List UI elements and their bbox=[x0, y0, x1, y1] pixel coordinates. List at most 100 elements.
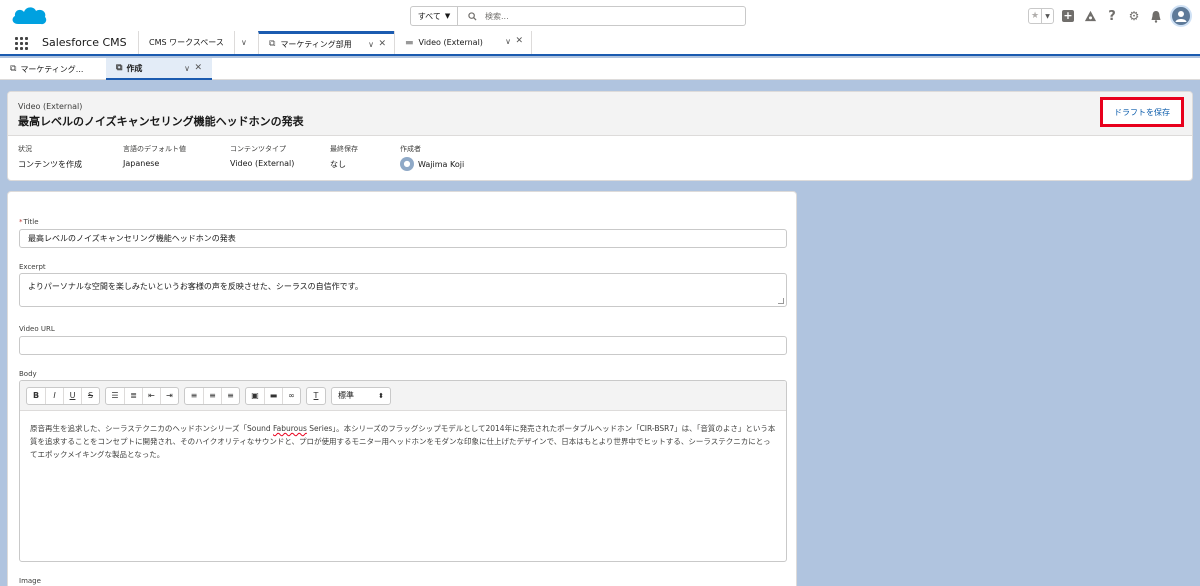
field-label: 状況 bbox=[18, 145, 32, 153]
favorites-menu-icon[interactable]: ▼ bbox=[1041, 9, 1053, 23]
video-icon: ▬ bbox=[405, 37, 414, 48]
excerpt-value: よりパーソナルな空間を楽しみたいというお客様の声を反映させた、シーラスの自信作で… bbox=[28, 282, 363, 291]
save-draft-button[interactable]: ドラフトを保存 bbox=[1100, 97, 1184, 127]
chevron-down-icon: ∨ bbox=[241, 38, 247, 47]
spelling-error-word: Faburous bbox=[272, 424, 307, 433]
clear-format-group: T bbox=[306, 386, 326, 405]
header-utility-icons: ★ ▼ + ? ⚙ bbox=[1028, 4, 1192, 28]
excerpt-label: Excerpt bbox=[19, 263, 46, 271]
search-scope-select[interactable]: すべて ▼ bbox=[410, 6, 458, 26]
content-form: *Title 最高レベルのノイズキャンセリング機能ヘッドホンの発表 Excerp… bbox=[7, 191, 797, 586]
tab-label: Video (External) bbox=[418, 38, 483, 47]
video-icon[interactable]: ▬ bbox=[264, 387, 282, 404]
format-select[interactable]: 標準 ⬍ bbox=[331, 386, 391, 405]
list-group: ☰ ≣ ⇤ ⇥ bbox=[105, 386, 179, 405]
subtab-label: 作成 bbox=[126, 63, 143, 73]
tab-workspace-menu[interactable]: ∨ bbox=[234, 31, 258, 54]
user-avatar[interactable] bbox=[1170, 5, 1192, 27]
record-header: Video (External) 最高レベルのノイズキャンセリング機能ヘッドホン… bbox=[7, 91, 1193, 181]
tab-cms-workspace[interactable]: CMS ワークスペース bbox=[138, 31, 234, 54]
subtab-bar: ⧉ マーケティング... ⧉ 作成 ∨ ✕ bbox=[0, 58, 1200, 80]
favorite-star-icon[interactable]: ★ bbox=[1029, 9, 1041, 23]
content-copy-icon: ⧉ bbox=[269, 39, 276, 49]
format-select-value: 標準 bbox=[338, 391, 354, 400]
tab-label: マーケティング部用 bbox=[280, 39, 352, 49]
help-icon[interactable]: ? bbox=[1104, 8, 1120, 24]
align-group: ≡ ≡ ≡ bbox=[184, 386, 240, 405]
favorites-control: ★ ▼ bbox=[1028, 8, 1054, 24]
app-navigation-bar: Salesforce CMS CMS ワークスペース ∨ ⧉ マーケティング部用… bbox=[0, 31, 1200, 56]
text-style-group: B I U S bbox=[26, 386, 100, 405]
chevron-down-icon[interactable]: ∨ bbox=[505, 37, 511, 46]
subtab-marketing[interactable]: ⧉ マーケティング... bbox=[0, 58, 106, 80]
image-icon[interactable]: ▣ bbox=[246, 388, 264, 404]
global-actions-icon[interactable]: + bbox=[1060, 8, 1076, 24]
field-label: 作成者 bbox=[400, 145, 421, 153]
align-right-icon[interactable]: ≡ bbox=[221, 387, 239, 404]
app-name: Salesforce CMS bbox=[42, 36, 127, 49]
content-copy-icon: ⧉ bbox=[10, 64, 17, 74]
setup-gear-icon[interactable]: ⚙ bbox=[1126, 8, 1142, 24]
video-url-input[interactable] bbox=[19, 336, 787, 355]
resize-handle-icon[interactable] bbox=[778, 298, 784, 304]
clear-formatting-icon[interactable]: T bbox=[307, 388, 325, 404]
close-icon[interactable]: ✕ bbox=[515, 36, 523, 46]
salesforce-logo-icon[interactable] bbox=[10, 4, 48, 28]
field-value: ● Wajima Koji bbox=[400, 157, 520, 171]
required-marker: * bbox=[19, 218, 23, 226]
align-left-icon[interactable]: ≡ bbox=[185, 388, 203, 404]
created-by-link[interactable]: Wajima Koji bbox=[418, 160, 464, 169]
editor-toolbar: B I U S ☰ ≣ ⇤ ⇥ ≡ ≡ ≡ ▣ ▬ ∞ T 標準 ⬍ bbox=[20, 381, 786, 411]
strikethrough-icon[interactable]: S bbox=[81, 387, 99, 404]
record-title: 最高レベルのノイズキャンセリング機能ヘッドホンの発表 bbox=[18, 115, 304, 128]
excerpt-textarea[interactable]: よりパーソナルな空間を楽しみたいというお客様の声を反映させた、シーラスの自信作で… bbox=[19, 273, 787, 307]
field-created-by: 作成者 ● Wajima Koji bbox=[400, 144, 520, 171]
chevron-down-icon[interactable]: ∨ bbox=[184, 64, 190, 73]
body-label: Body bbox=[19, 370, 37, 378]
link-icon[interactable]: ∞ bbox=[282, 387, 300, 404]
content-copy-icon: ⧉ bbox=[116, 63, 123, 73]
underline-icon[interactable]: U bbox=[63, 387, 81, 404]
user-avatar-icon bbox=[1175, 11, 1187, 22]
close-icon[interactable]: ✕ bbox=[378, 39, 386, 49]
field-label: 言語のデフォルト値 bbox=[123, 145, 186, 153]
close-icon[interactable]: ✕ bbox=[194, 63, 202, 73]
caret-down-icon: ▼ bbox=[444, 12, 451, 20]
field-default-language: 言語のデフォルト値 Japanese bbox=[123, 144, 243, 168]
title-input[interactable]: 最高レベルのノイズキャンセリング機能ヘッドホンの発表 bbox=[19, 229, 787, 248]
title-label: *Title bbox=[19, 218, 39, 226]
indent-increase-icon[interactable]: ⇥ bbox=[160, 387, 178, 404]
chevron-down-icon[interactable]: ∨ bbox=[368, 40, 374, 49]
notifications-bell-icon[interactable] bbox=[1148, 8, 1164, 24]
insert-group: ▣ ▬ ∞ bbox=[245, 386, 301, 405]
record-header-top: Video (External) 最高レベルのノイズキャンセリング機能ヘッドホン… bbox=[8, 92, 1192, 136]
app-launcher-icon[interactable] bbox=[15, 37, 28, 50]
global-header: すべて ▼ 検索... ★ ▼ + ? ⚙ bbox=[0, 0, 1200, 31]
subtab-label: マーケティング... bbox=[20, 64, 84, 74]
image-label: Image bbox=[19, 577, 41, 585]
italic-icon[interactable]: I bbox=[45, 387, 63, 404]
bold-icon[interactable]: B bbox=[27, 388, 45, 404]
bulleted-list-icon[interactable]: ☰ bbox=[106, 388, 124, 404]
field-value: コンテンツを作成 bbox=[18, 160, 82, 169]
field-status: 状況 コンテンツを作成 bbox=[18, 144, 138, 170]
updown-arrows-icon: ⬍ bbox=[378, 391, 384, 400]
field-value: Japanese bbox=[123, 159, 160, 168]
tab-video-external[interactable]: ▬ Video (External) ∨ ✕ bbox=[394, 31, 532, 54]
tab-marketing[interactable]: ⧉ マーケティング部用 ∨ ✕ bbox=[258, 31, 394, 54]
body-content[interactable]: 原音再生を追求した、シーラステクニカのヘッドホンシリーズ「Sound Fabur… bbox=[20, 411, 786, 472]
record-type: Video (External) bbox=[18, 102, 83, 111]
subtab-create[interactable]: ⧉ 作成 ∨ ✕ bbox=[106, 58, 212, 80]
search-input[interactable]: 検索... bbox=[458, 6, 746, 26]
indent-decrease-icon[interactable]: ⇤ bbox=[142, 387, 160, 404]
align-center-icon[interactable]: ≡ bbox=[203, 387, 221, 404]
search-placeholder: 検索... bbox=[485, 11, 509, 21]
search-scope-label: すべて bbox=[417, 11, 441, 21]
tab-label: CMS ワークスペース bbox=[149, 38, 224, 47]
trailhead-icon[interactable] bbox=[1082, 8, 1098, 24]
global-search: すべて ▼ 検索... bbox=[410, 6, 746, 26]
video-url-label: Video URL bbox=[19, 325, 55, 333]
user-avatar-icon: ● bbox=[400, 157, 414, 171]
numbered-list-icon[interactable]: ≣ bbox=[124, 387, 142, 404]
search-icon bbox=[468, 11, 477, 21]
